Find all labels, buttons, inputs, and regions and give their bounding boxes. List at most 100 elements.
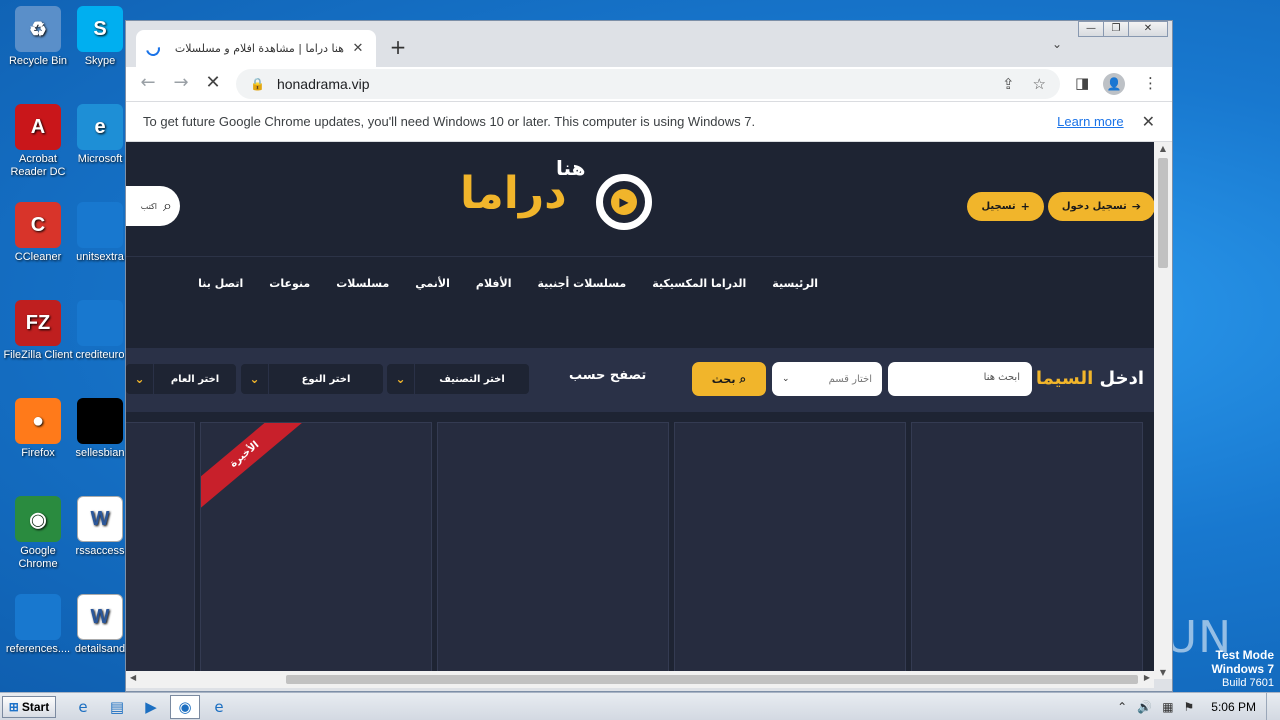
category-placeholder: اختار قسم [828, 373, 872, 385]
scroll-right-icon[interactable]: ▶ [1144, 673, 1150, 682]
site-search-placeholder: اكتب [140, 201, 158, 211]
tab-close-icon[interactable]: ✕ [350, 41, 366, 56]
side-panel-icon[interactable]: ◨ [1075, 74, 1089, 92]
login-button[interactable]: ➔ تسجيل دخول [1047, 192, 1155, 221]
filter-title: ادخل السيما [1036, 368, 1144, 389]
logo-play-icon: ▶ [596, 174, 652, 230]
infobar-close-icon[interactable]: ✕ [1142, 112, 1155, 132]
nav-item[interactable]: الأفلام [476, 277, 512, 290]
acrobat-icon: A [15, 104, 61, 150]
tray-expand-icon[interactable]: ⌃ [1117, 700, 1127, 714]
network-icon[interactable]: ▦ [1162, 700, 1173, 714]
dropdown-label: اختر العام [170, 373, 220, 385]
category-select[interactable]: ⌄ اختار قسم [772, 362, 882, 396]
url-text[interactable]: honadrama.vip [277, 76, 984, 92]
register-button[interactable]: + تسجيل [967, 192, 1044, 221]
edge-icon: e [77, 104, 123, 150]
chevron-down-icon: ⌄ [126, 364, 154, 394]
auth-buttons: ➔ تسجيل دخول + تسجيل [967, 192, 1155, 221]
dropdown-year[interactable]: ⌄ اختر العام [126, 364, 236, 394]
content-card[interactable] [126, 422, 195, 679]
browser-toolbar: ← → ✕ 🔒 honadrama.vip ⇪ ☆ ◨ 👤 ⋮ [126, 67, 1172, 101]
chevron-down-icon: ⌄ [782, 374, 790, 384]
recycle-bin-icon: ♻ [15, 6, 61, 52]
back-arrow-icon[interactable]: ← [136, 72, 160, 93]
action-center-flag-icon[interactable]: ⚑ [1184, 700, 1195, 714]
filter-bar: ادخل السيما ابحث هنا ⌄ اختار قسم ⌕ بحث ت… [126, 348, 1154, 412]
nav-item[interactable]: اتصل بنا [198, 277, 243, 290]
file-icon [15, 594, 61, 640]
scroll-up-icon[interactable]: ▲ [1154, 144, 1172, 153]
ie-icon[interactable]: e [68, 695, 98, 719]
logo-main-text: دراما [460, 168, 567, 219]
loading-spinner-icon [143, 38, 163, 59]
address-bar[interactable]: 🔒 honadrama.vip ⇪ ☆ [236, 69, 1060, 99]
nav-item[interactable]: الرئيسية [772, 277, 818, 290]
volume-icon[interactable]: 🔊 [1137, 700, 1152, 714]
dropdown-classification[interactable]: ⌄ اختر التصنيف [387, 364, 529, 394]
nav-item[interactable]: الأنمي [415, 277, 450, 290]
tab-honadrama[interactable]: هنا دراما | مشاهدة افلام و مسلسلات ✕ [136, 30, 376, 67]
file-icon [77, 300, 123, 346]
window-controls: — ❐ ✕ [1078, 21, 1168, 37]
search-icon[interactable]: ⌕ [163, 196, 172, 216]
lock-icon[interactable]: 🔒 [250, 77, 265, 91]
filezilla-icon: FZ [15, 300, 61, 346]
content-cards: الأخيرة [126, 422, 1154, 679]
content-card[interactable] [674, 422, 906, 679]
content-card[interactable]: الأخيرة [200, 422, 432, 679]
scroll-down-icon[interactable]: ▼ [1154, 668, 1172, 677]
file-icon [77, 202, 123, 248]
new-tab-button[interactable]: + [387, 35, 409, 59]
firefox-icon: ● [15, 398, 61, 444]
nav-item[interactable]: منوعات [269, 277, 310, 290]
nav-item[interactable]: مسلسلات [336, 277, 389, 290]
forward-arrow-icon[interactable]: → [169, 72, 193, 93]
bookmark-star-icon[interactable]: ☆ [1033, 75, 1046, 93]
logo-sub-text: هنا [556, 156, 586, 180]
site-logo[interactable]: دراما هنا ▶ [456, 154, 656, 234]
minimize-button[interactable]: — [1078, 21, 1104, 37]
profile-avatar-icon[interactable]: 👤 [1103, 73, 1125, 95]
stop-loading-icon[interactable]: ✕ [201, 72, 225, 93]
tab-search-chevron-icon[interactable]: ⌄ [1052, 37, 1062, 51]
horizontal-scroll-thumb[interactable] [286, 675, 1138, 684]
site-header: اكتب ⌕ دراما هنا ▶ ➔ تسجيل دخول + تسجيل [126, 142, 1155, 256]
close-window-button[interactable]: ✕ [1128, 21, 1168, 37]
horizontal-scrollbar[interactable]: ◀ ▶ [126, 671, 1154, 688]
skype-icon: S [77, 6, 123, 52]
scroll-left-icon[interactable]: ◀ [130, 673, 136, 682]
search-icon: ⌕ [739, 371, 747, 386]
content-card[interactable] [911, 422, 1143, 679]
content-card[interactable] [437, 422, 669, 679]
edge-taskbar-icon[interactable]: e [204, 695, 234, 719]
tab-title: هنا دراما | مشاهدة افلام و مسلسلات [174, 42, 344, 55]
media-player-icon[interactable]: ▶ [136, 695, 166, 719]
clock[interactable]: 5:06 PM [1211, 700, 1256, 714]
chrome-taskbar-icon[interactable]: ◉ [170, 694, 200, 719]
vertical-scrollbar[interactable]: ▲ ▼ [1154, 142, 1172, 679]
dropdown-label: اختر النوع [301, 373, 351, 385]
search-button-label: بحث [711, 372, 736, 386]
dropdown-type[interactable]: ⌄ اختر النوع [241, 364, 383, 394]
infobar-message: To get future Google Chrome updates, you… [143, 114, 756, 129]
start-button[interactable]: ⊞ Start [2, 695, 56, 718]
filter-search-input[interactable]: ابحث هنا [888, 362, 1032, 396]
test-mode-line: Test Mode [1215, 648, 1274, 662]
update-infobar: To get future Google Chrome updates, you… [126, 101, 1172, 142]
folder-icon[interactable]: ▤ [102, 695, 132, 719]
show-desktop-button[interactable] [1266, 693, 1280, 720]
restore-button[interactable]: ❐ [1103, 21, 1129, 37]
latest-ribbon: الأخيرة [201, 423, 307, 510]
ccleaner-icon: C [15, 202, 61, 248]
nav-item[interactable]: مسلسلات أجنبية [537, 277, 626, 290]
filter-search-button[interactable]: ⌕ بحث [692, 362, 766, 396]
learn-more-link[interactable]: Learn more [1057, 114, 1123, 129]
share-icon[interactable]: ⇪ [1002, 75, 1015, 93]
nav-item[interactable]: الدراما المكسيكية [652, 277, 746, 290]
kebab-menu-icon[interactable]: ⋮ [1143, 74, 1158, 92]
word-doc-icon: W [77, 594, 123, 640]
vertical-scroll-thumb[interactable] [1158, 158, 1168, 268]
test-mode-label: Test Mode Windows 7 Build 7601 [1211, 648, 1274, 690]
site-search-box[interactable]: اكتب ⌕ [126, 186, 180, 226]
